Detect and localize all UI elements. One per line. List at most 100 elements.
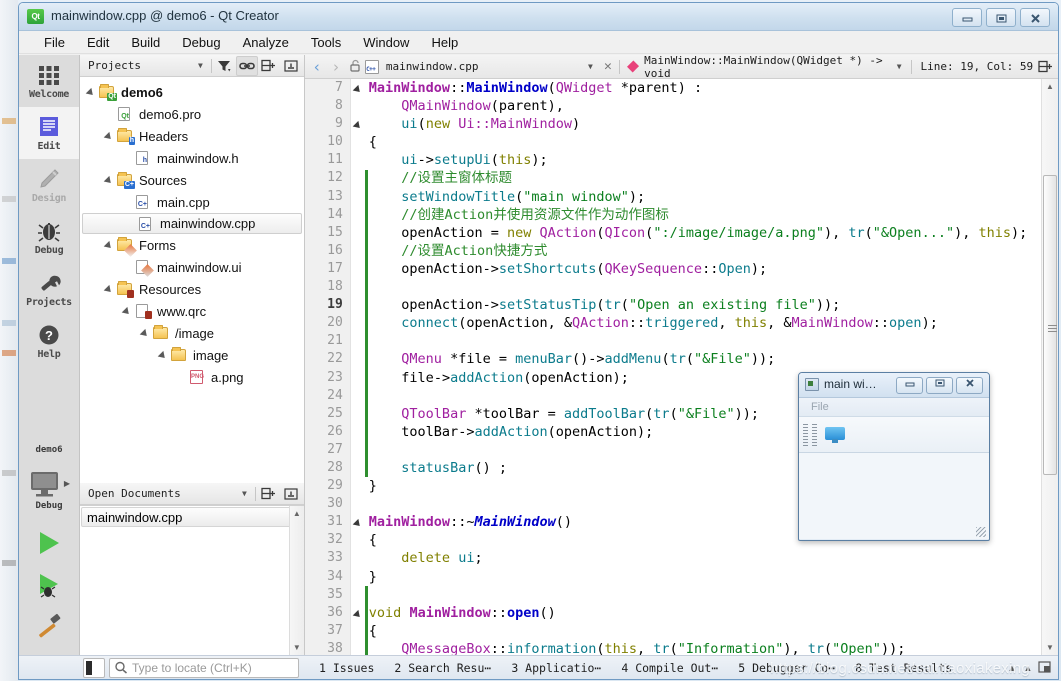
nav-forward-icon[interactable]: › bbox=[327, 58, 345, 76]
running-app-window[interactable]: main wi… File bbox=[798, 372, 990, 541]
scroll-up-icon[interactable]: ▲ bbox=[1042, 79, 1058, 94]
code-line[interactable]: void MainWindow::open() bbox=[369, 604, 1058, 622]
sidebar-toggle-icon[interactable] bbox=[83, 657, 105, 678]
menu-tools[interactable]: Tools bbox=[300, 32, 352, 53]
code-text[interactable]: MainWindow::MainWindow(QWidget *parent) … bbox=[368, 79, 1058, 655]
toolbar-drag-handle[interactable] bbox=[803, 423, 808, 446]
up-arrow-icon[interactable]: ▲ bbox=[1020, 663, 1036, 673]
unlocked-icon[interactable] bbox=[346, 59, 364, 75]
output-tab-test[interactable]: 8 Test Results bbox=[845, 661, 962, 675]
expander-arrow-icon[interactable] bbox=[104, 174, 116, 186]
fold-toggle-icon[interactable] bbox=[351, 79, 365, 97]
mode-edit[interactable]: Edit bbox=[19, 107, 79, 159]
file-selector-combo[interactable]: mainwindow.cpp ▼ bbox=[384, 60, 599, 73]
close-document-button[interactable]: ✕ bbox=[600, 59, 616, 74]
expander-arrow-icon[interactable] bbox=[104, 239, 116, 251]
projects-view-combo[interactable]: Projects ▼ bbox=[82, 59, 209, 72]
menu-help[interactable]: Help bbox=[420, 32, 469, 53]
expander-arrow-icon[interactable] bbox=[140, 327, 152, 339]
locator-input[interactable]: Type to locate (Ctrl+K) bbox=[109, 657, 299, 678]
scroll-up-icon[interactable]: ▲ bbox=[290, 506, 304, 521]
editor-vertical-scrollbar[interactable]: ▲ ▼ bbox=[1041, 79, 1058, 655]
fold-marker-column[interactable] bbox=[350, 79, 365, 655]
expander-arrow-icon[interactable] bbox=[104, 130, 116, 142]
open-documents-list[interactable]: mainwindow.cpp ▲ ▼ bbox=[80, 505, 304, 655]
output-tab-application[interactable]: 3 Applicatio⋯ bbox=[501, 661, 611, 675]
code-line[interactable]: openAction = new QAction(QIcon(":/image/… bbox=[369, 224, 1058, 242]
menu-analyze[interactable]: Analyze bbox=[232, 32, 300, 53]
resize-grip-icon[interactable] bbox=[976, 527, 986, 537]
tree-item-www-qrc[interactable]: www.qrc bbox=[80, 300, 304, 322]
mode-help[interactable]: ? Help bbox=[19, 315, 79, 367]
code-line[interactable]: //创建Action并使用资源文件作为动作图标 bbox=[369, 206, 1058, 224]
code-line[interactable]: openAction->setStatusTip(tr("Open an exi… bbox=[369, 296, 1058, 314]
code-line[interactable] bbox=[369, 332, 1058, 350]
tree-item-resources[interactable]: Resources bbox=[80, 278, 304, 300]
mode-debug[interactable]: Debug bbox=[19, 211, 79, 263]
nav-back-icon[interactable]: ‹ bbox=[308, 58, 326, 76]
code-line[interactable]: } bbox=[369, 568, 1058, 586]
split-add-icon[interactable] bbox=[258, 56, 280, 76]
code-line[interactable]: MainWindow::MainWindow(QWidget *parent) … bbox=[369, 79, 1058, 97]
mode-projects[interactable]: Projects bbox=[19, 263, 79, 315]
code-line[interactable]: { bbox=[369, 622, 1058, 640]
project-tree[interactable]: Qt demo6 Qt demo6.pro h Headers h mainwindow.h C… bbox=[80, 77, 304, 483]
open-documents-scrollbar[interactable]: ▲ ▼ bbox=[288, 506, 304, 655]
menu-build[interactable]: Build bbox=[120, 32, 171, 53]
tree-item-main-cpp[interactable]: C+ main.cpp bbox=[80, 191, 304, 213]
menu-window[interactable]: Window bbox=[352, 32, 420, 53]
maximize-button[interactable] bbox=[986, 8, 1016, 27]
filter-icon[interactable] bbox=[214, 56, 236, 76]
tree-item-sources[interactable]: C+ Sources bbox=[80, 169, 304, 191]
code-line[interactable]: openAction->setShortcuts(QKeySequence::O… bbox=[369, 260, 1058, 278]
code-editor[interactable]: 7 8 9 10 11 12 13 14 15 16 17 18 19 20 21 22 23 24 25 26 27 2… bbox=[304, 79, 1058, 655]
fold-toggle-icon[interactable] bbox=[351, 115, 365, 133]
close-button[interactable] bbox=[1020, 8, 1050, 27]
tree-item-forms[interactable]: Forms bbox=[80, 234, 304, 257]
preview-menu-bar[interactable]: File bbox=[799, 398, 989, 417]
output-tab-debugger[interactable]: 5 Debugger Co⋯ bbox=[728, 661, 845, 675]
debug-run-icon[interactable] bbox=[34, 571, 64, 599]
expander-arrow-icon[interactable] bbox=[122, 305, 134, 317]
output-tab-search[interactable]: 2 Search Resu⋯ bbox=[384, 661, 501, 675]
tree-item-mainwindow-h[interactable]: h mainwindow.h bbox=[80, 147, 304, 169]
tree-item-demo6[interactable]: Qt demo6 bbox=[80, 81, 304, 103]
code-line[interactable] bbox=[369, 586, 1058, 604]
menu-debug[interactable]: Debug bbox=[171, 32, 231, 53]
code-line[interactable]: setWindowTitle("main window"); bbox=[369, 188, 1058, 206]
mode-design[interactable]: Design bbox=[19, 159, 79, 211]
output-tab-issues[interactable]: 1 Issues bbox=[309, 661, 384, 675]
monitor-icon[interactable] bbox=[825, 426, 845, 443]
chevron-down-icon[interactable]: ▼ bbox=[891, 62, 908, 71]
tree-item-demo6-pro[interactable]: Qt demo6.pro bbox=[80, 103, 304, 125]
split-add-icon[interactable] bbox=[1035, 57, 1055, 77]
open-document-item[interactable]: mainwindow.cpp bbox=[81, 507, 303, 527]
preview-close-button[interactable] bbox=[956, 377, 983, 394]
code-line[interactable]: QMainWindow(parent), bbox=[369, 97, 1058, 115]
code-line[interactable]: ui->setupUi(this); bbox=[369, 151, 1058, 169]
code-line[interactable]: connect(openAction, &QAction::triggered,… bbox=[369, 314, 1058, 332]
expander-arrow-icon[interactable] bbox=[158, 349, 170, 361]
code-line[interactable]: { bbox=[369, 133, 1058, 151]
code-line[interactable]: QMessageBox::information(this, tr("Infor… bbox=[369, 640, 1058, 655]
tree-item-image[interactable]: image bbox=[80, 344, 304, 366]
open-documents-combo[interactable]: Open Documents ▼ bbox=[82, 487, 253, 500]
up-down-arrows-icon[interactable]: ▲ bbox=[1004, 663, 1020, 673]
link-sync-icon[interactable] bbox=[235, 55, 258, 76]
tree-item-headers[interactable]: h Headers bbox=[80, 125, 304, 147]
build-hammer-icon[interactable] bbox=[34, 613, 64, 641]
tree-item-mainwindow-ui[interactable]: mainwindow.ui bbox=[80, 256, 304, 278]
close-panel-icon[interactable] bbox=[280, 484, 302, 504]
kit-selector[interactable]: ▶ bbox=[28, 469, 70, 497]
preview-menu-file[interactable]: File bbox=[811, 401, 829, 413]
code-line[interactable]: ui(new Ui::MainWindow) bbox=[369, 115, 1058, 133]
split-add-icon[interactable] bbox=[258, 484, 280, 504]
menu-edit[interactable]: Edit bbox=[76, 32, 120, 53]
code-line[interactable]: delete ui; bbox=[369, 549, 1058, 567]
maximize-output-icon[interactable] bbox=[1036, 660, 1052, 675]
output-tab-compile[interactable]: 4 Compile Out⋯ bbox=[611, 661, 728, 675]
toolbar-drag-handle-2[interactable] bbox=[812, 423, 817, 446]
expander-arrow-icon[interactable] bbox=[104, 283, 116, 295]
fold-toggle-icon[interactable] bbox=[351, 604, 365, 622]
mode-welcome[interactable]: Welcome bbox=[19, 55, 79, 107]
